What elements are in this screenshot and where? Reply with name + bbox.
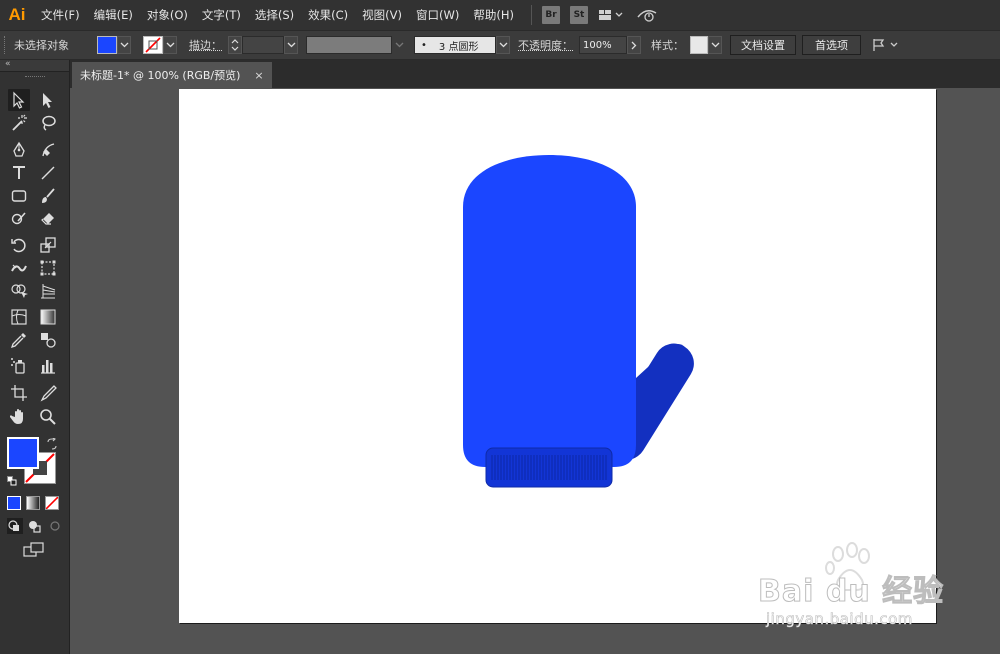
- mitten-artwork: [463, 155, 694, 488]
- draw-normal-icon[interactable]: [7, 518, 23, 537]
- close-tab-icon[interactable]: ×: [254, 69, 263, 82]
- selection-tool-icon[interactable]: [8, 89, 30, 111]
- swap-fill-stroke-icon[interactable]: [46, 437, 58, 453]
- tools-panel: «: [0, 59, 70, 654]
- control-bar: 未选择对象 描边： • 3 点圆形 不透明度： 100% 样式： 文档设置 首选…: [0, 30, 1000, 60]
- menu-divider: [530, 5, 532, 25]
- none-mode-button[interactable]: [45, 496, 59, 510]
- menu-effect[interactable]: 效果(C): [301, 7, 355, 23]
- menu-object[interactable]: 对象(O): [140, 7, 195, 23]
- scale-tool-icon[interactable]: [37, 234, 59, 256]
- stroke-label[interactable]: 描边：: [189, 37, 222, 53]
- document-tab-title: 未标题-1* @ 100% (RGB/预览): [80, 69, 241, 82]
- menu-help[interactable]: 帮助(H): [466, 7, 521, 23]
- draw-inside-icon[interactable]: [47, 518, 63, 537]
- stroke-swatch[interactable]: [143, 36, 163, 54]
- menu-edit[interactable]: 编辑(E): [87, 7, 140, 23]
- artboard[interactable]: [179, 89, 936, 623]
- shape-builder-tool-icon[interactable]: [8, 280, 30, 302]
- column-graph-tool-icon[interactable]: [37, 355, 59, 377]
- screen-mode-icon[interactable]: [23, 542, 45, 561]
- brush-dropdown[interactable]: [496, 36, 510, 54]
- menu-select[interactable]: 选择(S): [248, 7, 301, 23]
- none-slash-icon: [45, 496, 59, 510]
- mitten-body-shape[interactable]: [463, 155, 636, 467]
- pen-tool-icon[interactable]: [8, 139, 30, 161]
- symbol-sprayer-tool-icon[interactable]: [8, 355, 30, 377]
- lasso-tool-icon[interactable]: [37, 112, 59, 134]
- rotate-tool-icon[interactable]: [8, 234, 30, 256]
- brush-dot-icon: •: [421, 39, 427, 51]
- selection-status: 未选择对象: [14, 39, 69, 52]
- arrange-documents-icon[interactable]: [871, 37, 903, 53]
- fill-swatch[interactable]: [97, 36, 117, 54]
- blend-tool-icon[interactable]: [37, 329, 59, 351]
- gradient-mode-button[interactable]: [26, 496, 40, 510]
- tools-panel-grip[interactable]: [0, 72, 69, 82]
- graphic-style-swatch[interactable]: [690, 36, 708, 54]
- menu-type[interactable]: 文字(T): [195, 7, 248, 23]
- document-tab[interactable]: 未标题-1* @ 100% (RGB/预览) ×: [72, 62, 272, 88]
- draw-behind-icon[interactable]: [27, 518, 43, 537]
- workspace-layout-icon[interactable]: [598, 8, 624, 22]
- free-transform-tool-icon[interactable]: [37, 257, 59, 279]
- line-tool-icon[interactable]: [37, 162, 59, 184]
- collapse-icon[interactable]: «: [5, 59, 11, 69]
- width-tool-icon[interactable]: [8, 257, 30, 279]
- tools-panel-header: «: [0, 59, 69, 72]
- eyedropper-tool-icon[interactable]: [8, 329, 30, 351]
- mitten-cuff-shape[interactable]: [485, 447, 613, 488]
- opacity-arrow[interactable]: [627, 36, 641, 54]
- curvature-tool-icon[interactable]: [37, 139, 59, 161]
- stroke-weight-input[interactable]: [242, 36, 284, 54]
- opacity-input[interactable]: 100%: [579, 36, 627, 54]
- fill-color-box[interactable]: [7, 437, 39, 469]
- stock-button[interactable]: St: [569, 6, 588, 24]
- type-tool-icon[interactable]: [8, 162, 30, 184]
- control-bar-grip[interactable]: [4, 36, 8, 54]
- zoom-tool-icon[interactable]: [37, 406, 59, 428]
- slice-tool-icon[interactable]: [37, 382, 59, 404]
- preferences-button[interactable]: 首选项: [802, 35, 861, 55]
- brush-value: 3 点圆形: [438, 41, 479, 53]
- menu-view[interactable]: 视图(V): [355, 7, 409, 23]
- artboard-tool-icon[interactable]: [8, 382, 30, 404]
- menu-file[interactable]: 文件(F): [34, 7, 87, 23]
- brush-definition[interactable]: • 3 点圆形: [414, 36, 496, 54]
- stroke-none-icon: [145, 37, 161, 53]
- bridge-button[interactable]: Br: [541, 6, 560, 24]
- variable-width-profile[interactable]: [306, 36, 392, 54]
- app-logo: Ai: [8, 5, 26, 24]
- rectangle-tool-icon[interactable]: [8, 185, 30, 207]
- fill-dropdown[interactable]: [117, 36, 131, 54]
- style-label: 样式：: [651, 39, 684, 52]
- perspective-grid-tool-icon[interactable]: [37, 280, 59, 302]
- stroke-weight-dropdown[interactable]: [284, 36, 298, 54]
- shaper-tool-icon[interactable]: [8, 208, 30, 230]
- stroke-weight-stepper[interactable]: [228, 36, 242, 54]
- eraser-tool-icon[interactable]: [37, 208, 59, 230]
- gradient-tool-icon[interactable]: [37, 306, 59, 328]
- document-setup-button[interactable]: 文档设置: [730, 35, 796, 55]
- paintbrush-tool-icon[interactable]: [37, 185, 59, 207]
- menu-bar: Ai 文件(F) 编辑(E) 对象(O) 文字(T) 选择(S) 效果(C) 视…: [0, 0, 1000, 30]
- opacity-label[interactable]: 不透明度：: [518, 37, 573, 53]
- color-mode-button[interactable]: [7, 496, 21, 510]
- hand-tool-icon[interactable]: [8, 406, 30, 428]
- direct-selection-tool-icon[interactable]: [37, 89, 59, 111]
- document-tab-bar: 未标题-1* @ 100% (RGB/预览) ×: [70, 60, 1000, 88]
- graphic-style-dropdown[interactable]: [708, 36, 722, 54]
- mesh-tool-icon[interactable]: [8, 306, 30, 328]
- magic-wand-tool-icon[interactable]: [8, 112, 30, 134]
- variable-width-dropdown[interactable]: [392, 36, 406, 54]
- default-fill-stroke-icon[interactable]: [7, 476, 17, 489]
- gpu-performance-icon[interactable]: [636, 7, 658, 23]
- menu-window[interactable]: 窗口(W): [409, 7, 466, 23]
- stroke-dropdown[interactable]: [163, 36, 177, 54]
